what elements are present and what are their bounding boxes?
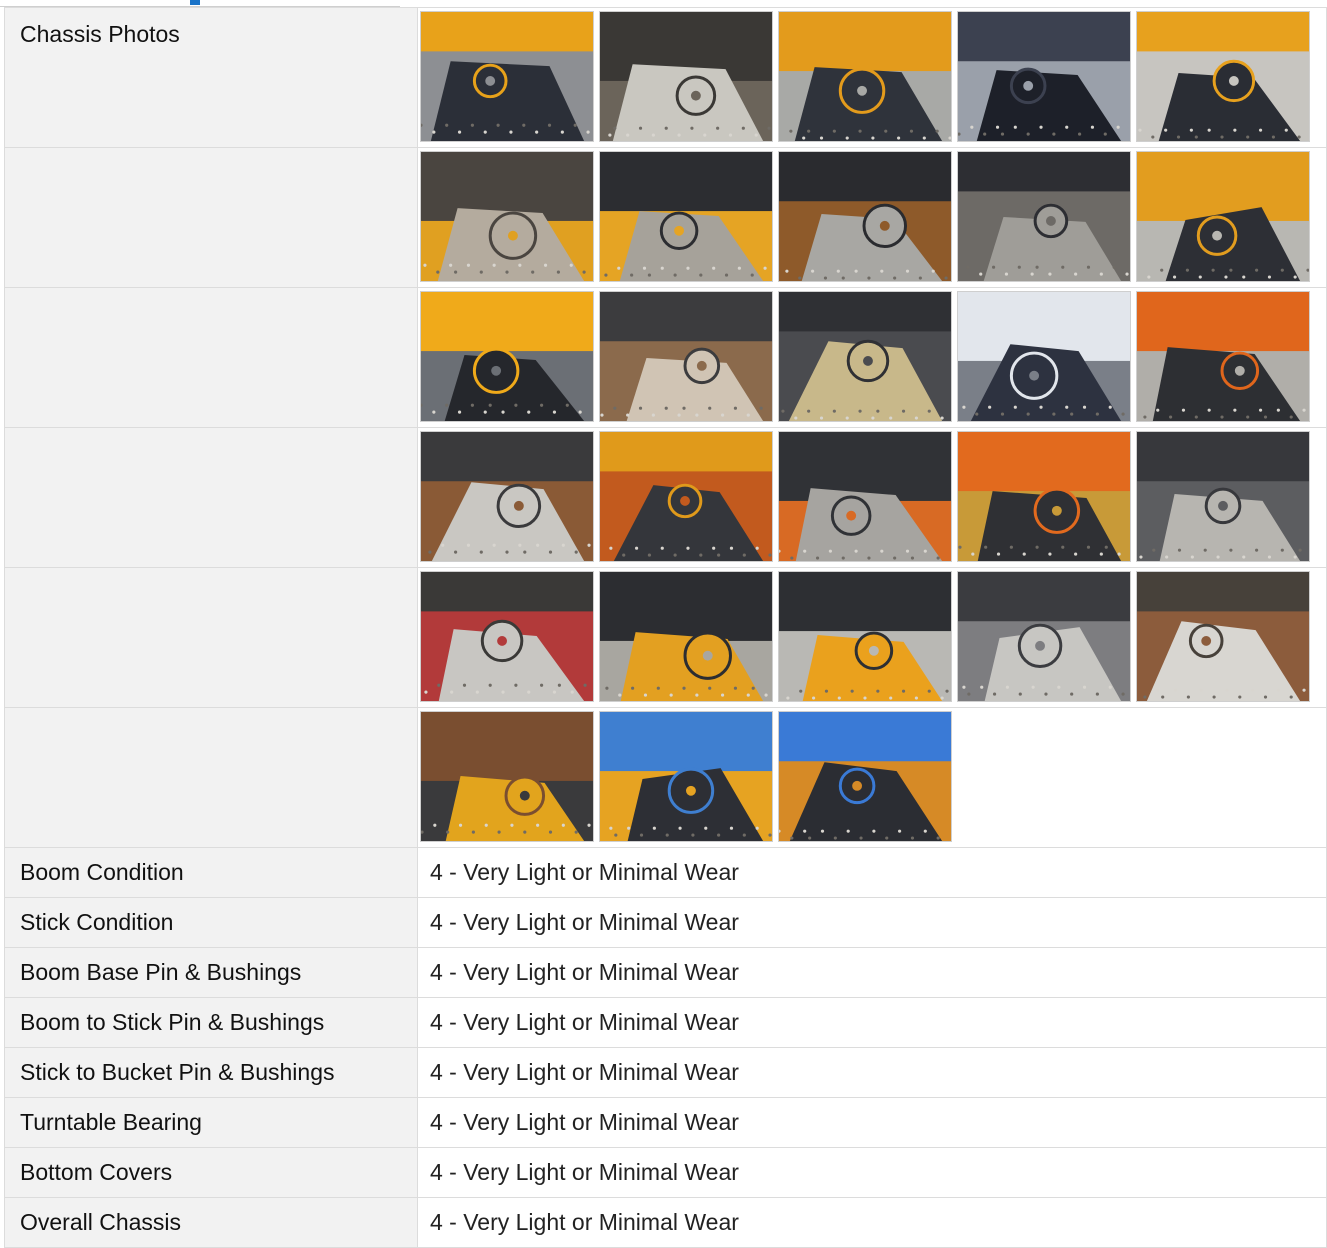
photo-grid xyxy=(420,291,1326,422)
photo-cell xyxy=(417,7,1327,148)
condition-row: Turntable Bearing 4 - Very Light or Minim… xyxy=(4,1097,1327,1148)
condition-label: Bottom Covers xyxy=(4,1147,418,1198)
condition-row: Boom Base Pin & Bushings 4 - Very Light o… xyxy=(4,947,1327,998)
photo-boom-bottom[interactable] xyxy=(599,571,773,702)
photo-blade-arm[interactable] xyxy=(1136,151,1310,282)
photo-orange-pin[interactable] xyxy=(1136,291,1310,422)
photo-chassis-plate[interactable] xyxy=(957,11,1131,142)
photo-track-side[interactable] xyxy=(957,151,1131,282)
photo-track-front[interactable] xyxy=(778,151,952,282)
condition-row: Stick Condition 4 - Very Light or Minimal… xyxy=(4,897,1327,948)
row-label-cell: Chassis Photos xyxy=(4,7,418,148)
section-heading-fragment xyxy=(190,0,200,5)
photo-grid xyxy=(420,11,1326,142)
photo-cell xyxy=(417,567,1327,708)
condition-value: 4 - Very Light or Minimal Wear xyxy=(417,947,1327,998)
condition-label: Boom Base Pin & Bushings xyxy=(4,947,418,998)
photo-bucket-link[interactable] xyxy=(778,431,952,562)
photo-undercarriage-frame[interactable] xyxy=(599,151,773,282)
photo-boom-pin-weld[interactable] xyxy=(599,291,773,422)
photo-boom-base-grease[interactable] xyxy=(778,291,952,422)
row-label-cell xyxy=(4,707,418,848)
photo-excavator-yard[interactable] xyxy=(599,711,773,842)
photo-cell xyxy=(417,427,1327,568)
condition-value: 4 - Very Light or Minimal Wear xyxy=(417,1147,1327,1198)
photo-rusty-pin[interactable] xyxy=(420,711,594,842)
photo-stick-end[interactable] xyxy=(957,571,1131,702)
photo-grid xyxy=(420,151,1326,282)
spec-table-body: Chassis Photos Boom Condition 4 - Very Lig… xyxy=(4,7,1327,1248)
photo-stick-joint[interactable] xyxy=(420,431,594,562)
condition-value: 4 - Very Light or Minimal Wear xyxy=(417,1047,1327,1098)
condition-row: Boom Condition 4 - Very Light or Minimal … xyxy=(4,847,1327,898)
row-label-cell xyxy=(4,427,418,568)
photo-row xyxy=(4,567,1327,708)
condition-label: Overall Chassis xyxy=(4,1197,418,1248)
photo-swing-cylinder[interactable] xyxy=(420,151,594,282)
photo-chassis-underside[interactable] xyxy=(599,11,773,142)
condition-row: Stick to Bucket Pin & Bushings 4 - Very L… xyxy=(4,1047,1327,1098)
row-label-cell xyxy=(4,147,418,288)
photo-chassis-swing-joint[interactable] xyxy=(420,11,594,142)
condition-value: 4 - Very Light or Minimal Wear xyxy=(417,997,1327,1048)
chassis-photos-label: Chassis Photos xyxy=(20,21,180,47)
condition-label: Stick to Bucket Pin & Bushings xyxy=(4,1047,418,1098)
condition-value: 4 - Very Light or Minimal Wear xyxy=(417,1097,1327,1148)
condition-row: Boom to Stick Pin & Bushings 4 - Very Lig… xyxy=(4,997,1327,1048)
row-label-cell xyxy=(4,287,418,428)
condition-row: Overall Chassis 4 - Very Light or Minimal… xyxy=(4,1197,1327,1248)
photo-stick-cylinder[interactable] xyxy=(957,291,1131,422)
photo-cell xyxy=(417,707,1327,848)
photo-row xyxy=(4,287,1327,428)
condition-value: 4 - Very Light or Minimal Wear xyxy=(417,897,1327,948)
condition-label: Boom Condition xyxy=(4,847,418,898)
condition-label: Stick Condition xyxy=(4,897,418,948)
photo-row xyxy=(4,147,1327,288)
photo-chassis-side-frame[interactable] xyxy=(1136,11,1310,142)
photo-boom-yellow-pin[interactable] xyxy=(599,431,773,562)
photo-boom-foot[interactable] xyxy=(778,571,952,702)
photo-bucket-mount[interactable] xyxy=(1136,431,1310,562)
chassis-spec-table: Chassis Photos Boom Condition 4 - Very Lig… xyxy=(4,7,1327,1248)
photo-hose-mount[interactable] xyxy=(420,291,594,422)
condition-value: 4 - Very Light or Minimal Wear xyxy=(417,847,1327,898)
photo-row xyxy=(4,427,1327,568)
photo-cell xyxy=(417,287,1327,428)
condition-row: Bottom Covers 4 - Very Light or Minimal W… xyxy=(4,1147,1327,1198)
photo-row xyxy=(4,707,1327,848)
photo-pin-hose[interactable] xyxy=(420,571,594,702)
row-label-cell xyxy=(4,567,418,708)
photo-excavator-deere[interactable] xyxy=(778,711,952,842)
photo-grid xyxy=(420,711,1326,842)
condition-label: Boom to Stick Pin & Bushings xyxy=(4,997,418,1048)
condition-value: 4 - Very Light or Minimal Wear xyxy=(417,1197,1327,1248)
photo-grid xyxy=(420,431,1326,562)
photo-stick-plate[interactable] xyxy=(1136,571,1310,702)
photo-chassis-crossmember[interactable] xyxy=(778,11,952,142)
photo-grid xyxy=(420,571,1326,702)
condition-label: Turntable Bearing xyxy=(4,1097,418,1148)
photo-cell xyxy=(417,147,1327,288)
photo-row: Chassis Photos xyxy=(4,7,1327,148)
photo-orange-bushing[interactable] xyxy=(957,431,1131,562)
